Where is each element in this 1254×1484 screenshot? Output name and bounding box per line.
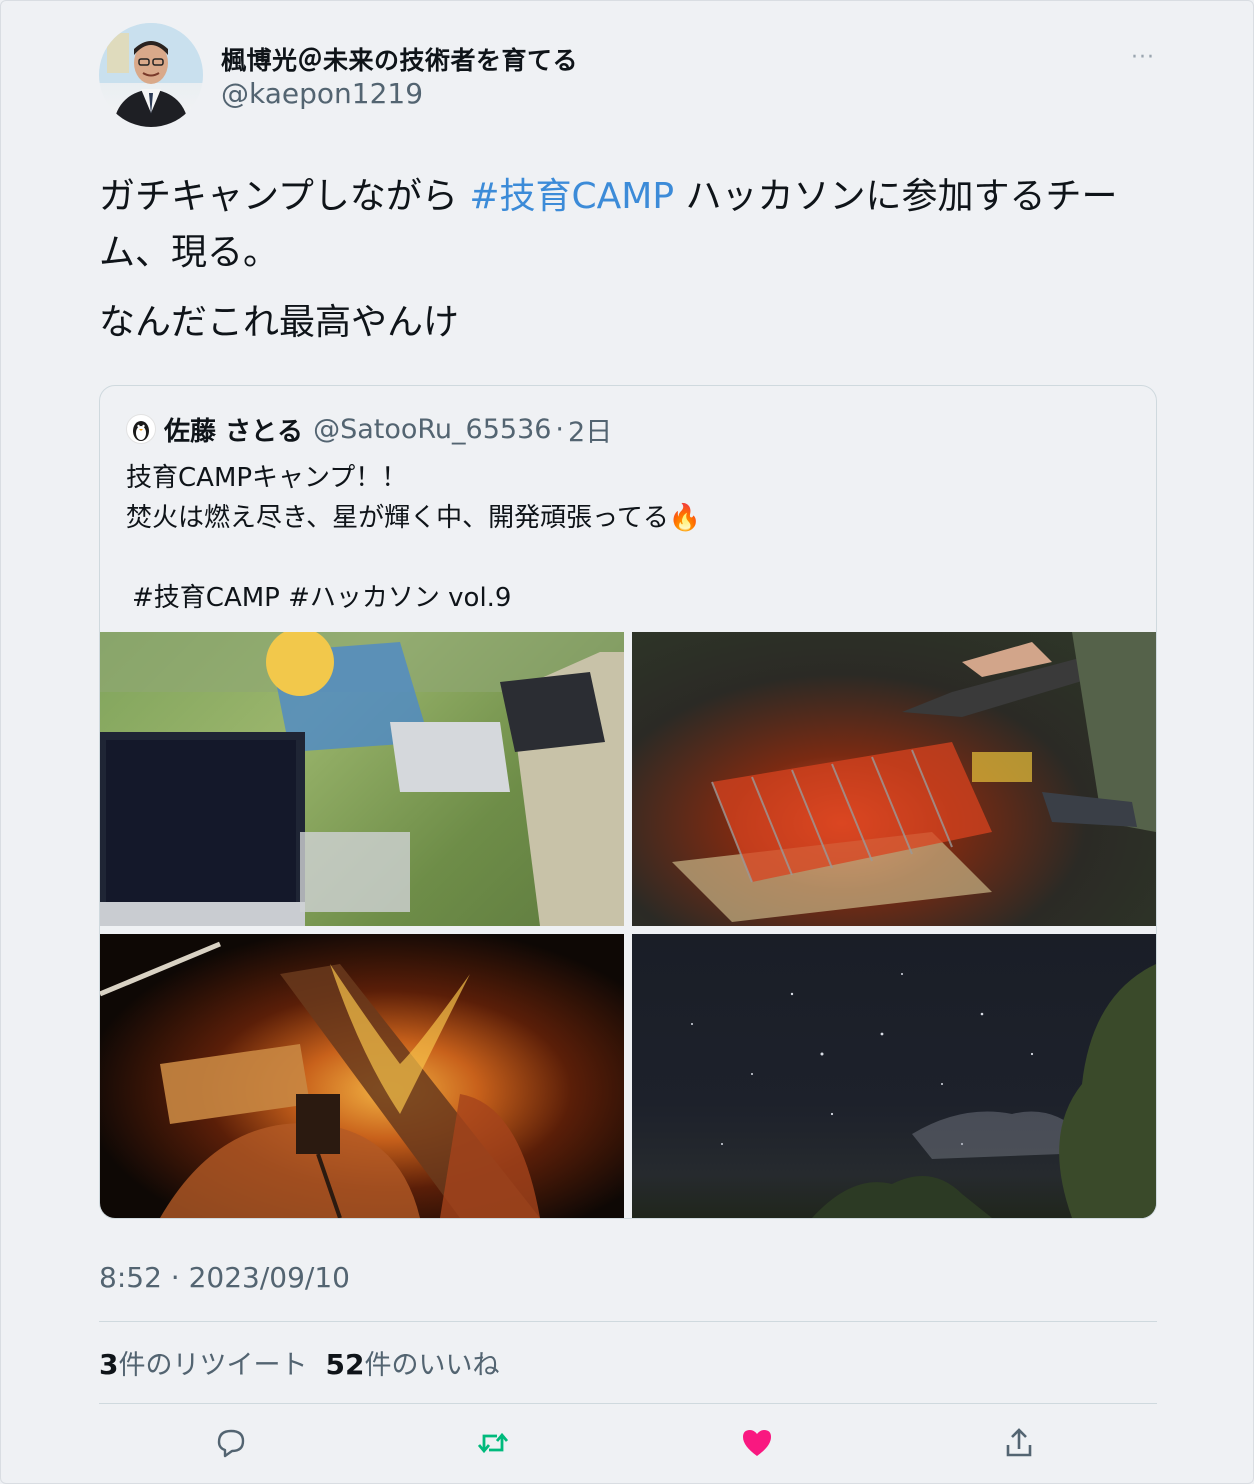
divider [99, 1403, 1157, 1404]
like-icon[interactable] [739, 1425, 775, 1461]
action-bar [1, 1425, 1254, 1465]
like-count: 52 [325, 1348, 365, 1381]
retweet-icon[interactable] [475, 1425, 511, 1461]
campfire-photo[interactable] [100, 934, 624, 1218]
quoted-text-line1: 技育CAMPキャンプ！！ [126, 463, 408, 493]
photo-grid [100, 632, 1156, 1218]
night-sky-photo[interactable] [632, 934, 1156, 1218]
quoted-tweet[interactable]: 佐藤 さとる @SatooRu_65536 · 2日 技育CAMPキャンプ！！ … [99, 385, 1157, 1219]
quoted-hashtags: #技育CAMP #ハッカソン vol.9 [132, 583, 512, 613]
tweet-text-line2: なんだこれ最高やんけ [99, 302, 460, 343]
reply-icon[interactable] [213, 1425, 249, 1461]
quoted-separator: · [555, 413, 565, 445]
laptop-camp-photo[interactable] [100, 632, 624, 926]
quoted-author-avatar[interactable] [126, 414, 156, 444]
tweet-card: 楓博光＠未来の技術者を育てる @kaepon1219 ··· ガチキャンプしなが… [0, 0, 1254, 1484]
retweet-count: 3 [99, 1348, 119, 1381]
quoted-handle[interactable]: @SatooRu_65536 [313, 414, 551, 445]
more-icon[interactable]: ··· [1127, 45, 1159, 70]
engagement-stats: 3件のリツイート 52件のいいね [99, 1343, 499, 1382]
hashtag-link[interactable]: #技育CAMP [469, 176, 674, 217]
author-avatar[interactable] [99, 23, 203, 127]
quoted-text: 技育CAMPキャンプ！！ 焚火は燃え尽き、星が輝く中、開発頑張ってる🔥 #技育C… [126, 458, 1126, 618]
quoted-text-line2: 焚火は燃え尽き、星が輝く中、開発頑張ってる🔥 [126, 503, 702, 533]
share-icon[interactable] [1001, 1425, 1037, 1461]
divider [99, 1321, 1157, 1322]
like-stat[interactable]: 52件のいいね [325, 1343, 499, 1382]
tweet-text-prefix: ガチキャンプしながら [99, 176, 470, 217]
grill-photo[interactable] [632, 632, 1156, 926]
retweet-label: 件のリツイート [118, 1350, 308, 1381]
author-handle[interactable]: @kaepon1219 [221, 77, 423, 110]
quoted-date[interactable]: 2日 [568, 410, 612, 449]
author-display-name[interactable]: 楓博光＠未来の技術者を育てる [221, 41, 578, 77]
tweet-text: ガチキャンプしながら #技育CAMP ハッカソンに参加するチーム、現る。 なんだ… [99, 169, 1159, 351]
quoted-display-name[interactable]: 佐藤 さとる [164, 411, 303, 448]
tweet-timestamp[interactable]: 8:52 · 2023/09/10 [99, 1261, 350, 1294]
like-label: 件のいいね [364, 1350, 500, 1381]
retweet-stat[interactable]: 3件のリツイート [99, 1343, 307, 1382]
quoted-tweet-header: 佐藤 さとる @SatooRu_65536 · 2日 [126, 410, 612, 449]
